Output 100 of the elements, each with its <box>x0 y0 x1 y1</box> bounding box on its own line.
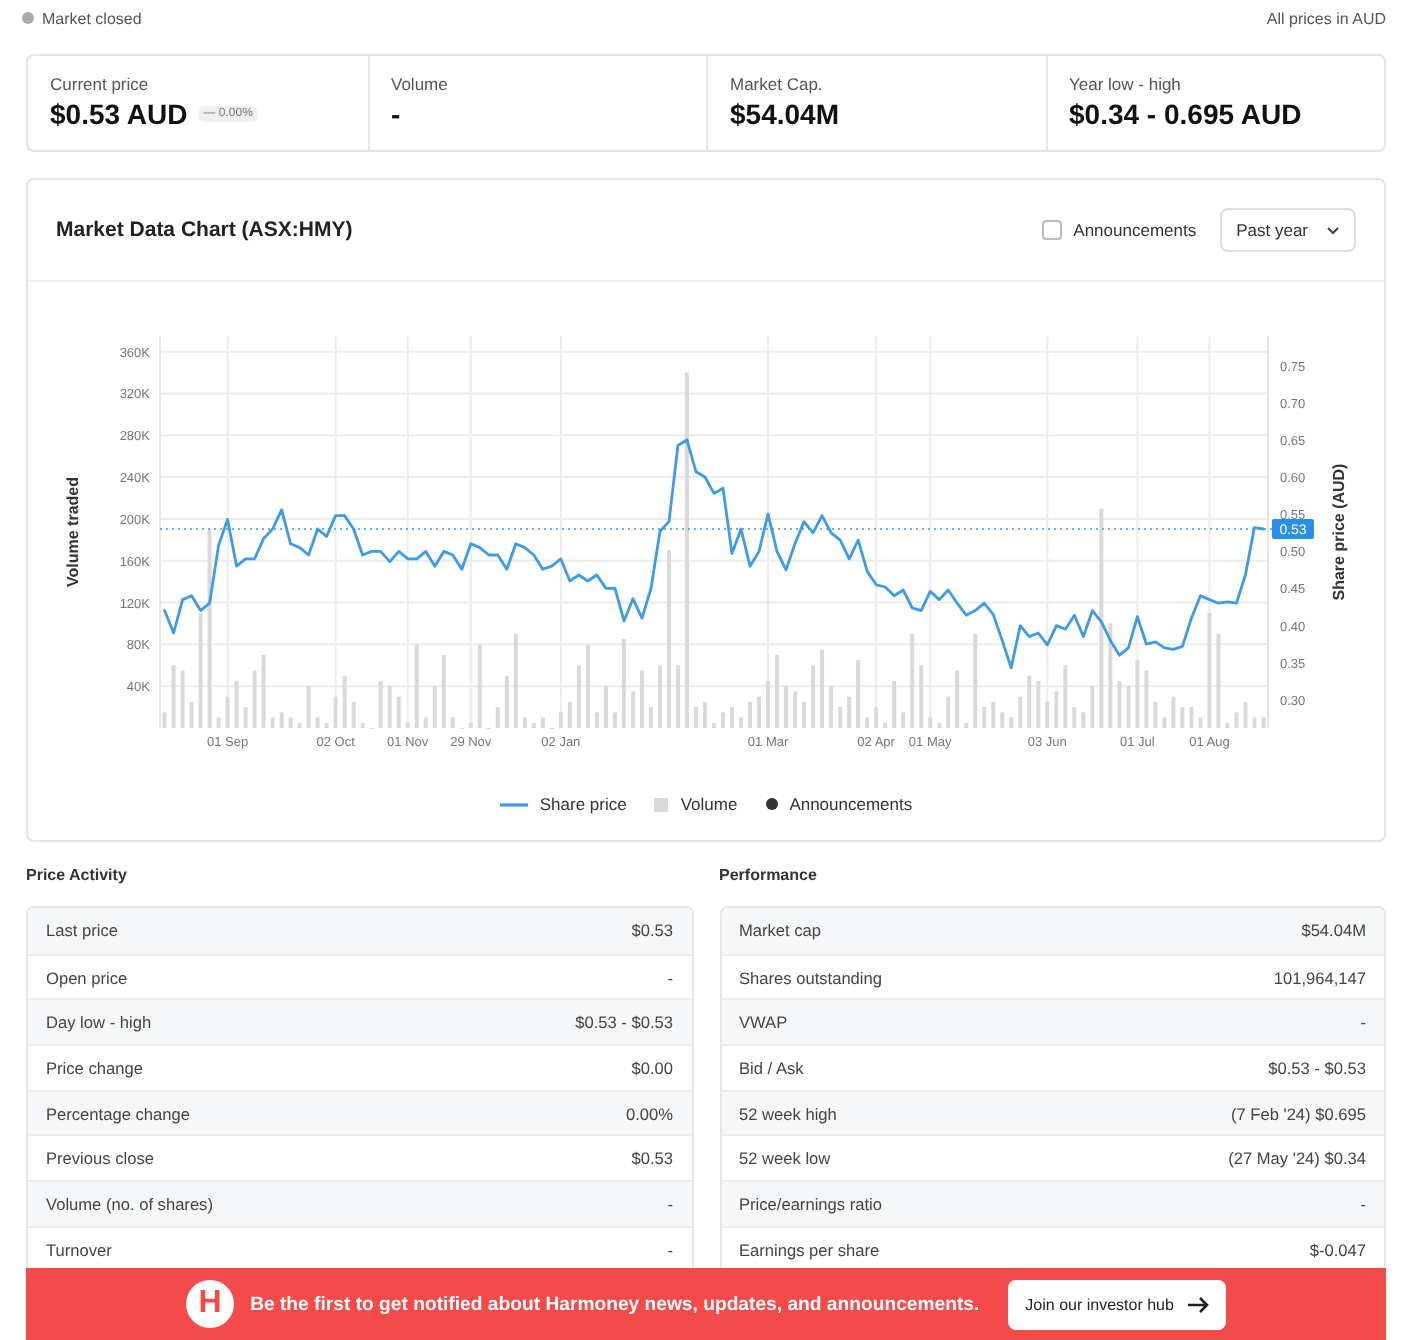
axis-title: Share price (AUD) <box>1330 463 1348 601</box>
row-label: Market cap <box>739 920 822 941</box>
volume-bar <box>630 691 635 728</box>
volume-bar <box>910 633 915 728</box>
market-status: Market closed <box>42 9 142 27</box>
volume-bar <box>603 686 608 728</box>
row-label: Open price <box>46 967 128 988</box>
row-value: $-0.047 <box>1309 1239 1366 1260</box>
volume-bar <box>748 701 753 728</box>
volume-bar <box>495 707 500 728</box>
volume-bar <box>594 712 599 728</box>
row-value: $0.53 <box>631 920 673 941</box>
volume-bar <box>432 686 437 728</box>
row-label: VWAP <box>739 1012 788 1033</box>
row-label: Turnover <box>46 1239 112 1260</box>
row-label: 52 week high <box>739 1103 837 1124</box>
row-value: - <box>1360 1193 1366 1214</box>
row-value: - <box>667 967 673 988</box>
volume-bar <box>180 670 185 728</box>
volume-bar <box>558 712 563 728</box>
volume-bar <box>621 639 626 728</box>
volume-bar <box>982 707 987 728</box>
volume-bar <box>441 654 446 728</box>
row-value: - <box>667 1193 673 1214</box>
volume-bar <box>901 712 906 728</box>
volume-bar <box>270 717 275 728</box>
volume-bar <box>1072 707 1077 728</box>
row-label: Previous close <box>46 1148 154 1169</box>
volume-bar <box>865 717 870 728</box>
row-label: Earnings per share <box>739 1239 880 1260</box>
announcements-checkbox[interactable]: Announcements <box>1041 220 1197 240</box>
volume-bar <box>225 696 230 728</box>
volume-bar <box>468 722 473 728</box>
row-label: Price change <box>46 1057 143 1078</box>
volume-bar <box>450 717 455 728</box>
volume-bar <box>1063 665 1068 728</box>
axis-title: Volume traded <box>64 477 82 587</box>
volume-bar <box>802 701 807 728</box>
volume-bar <box>1216 633 1221 728</box>
banner-message: Be the first to get notified about Harmoney news, updates, and announcements. <box>250 1293 980 1315</box>
volume-bar <box>946 696 951 728</box>
volume-bar <box>964 722 969 728</box>
volume-bar <box>811 665 816 728</box>
arrow-right-icon <box>1187 1295 1210 1313</box>
volume-bar <box>585 644 590 728</box>
row-label: Volume (no. of shares) <box>46 1193 213 1214</box>
volume-bar <box>1054 691 1059 728</box>
volume-bar <box>288 717 293 728</box>
volume-bar <box>874 707 879 728</box>
volume-bar <box>793 691 798 728</box>
volume-bar <box>775 654 780 728</box>
volume-bar <box>1027 675 1032 728</box>
row-label: Day low - high <box>46 1012 152 1033</box>
volume-bar <box>991 701 996 728</box>
stat-label: Market Cap. <box>730 74 825 94</box>
row-value: 101,964,147 <box>1273 967 1366 988</box>
volume-bar <box>766 680 771 728</box>
volume-bar <box>937 722 942 728</box>
square-swatch-icon <box>654 797 669 811</box>
volume-bar <box>883 722 888 728</box>
volume-bar <box>387 686 392 728</box>
volume-bar <box>1207 613 1212 728</box>
stat-value: $0.34 - 0.695 AUD <box>1069 98 1302 130</box>
volume-bar <box>648 707 653 728</box>
range-dropdown[interactable]: Past year <box>1220 208 1356 252</box>
status-dot-icon <box>22 12 34 24</box>
currency-note: All prices in AUD <box>1266 9 1386 27</box>
volume-bar <box>1234 712 1239 728</box>
volume-bar <box>351 701 356 728</box>
investor-hub-button[interactable]: Join our investor hub <box>1007 1279 1226 1329</box>
volume-bar <box>405 722 410 728</box>
volume-bar <box>1189 707 1194 728</box>
volume-bar <box>784 686 789 728</box>
volume-bar <box>1261 717 1266 728</box>
row-value: (7 Feb '24) $0.695 <box>1230 1103 1366 1124</box>
chart-title: Market Data Chart (ASX:HMY) <box>56 218 355 242</box>
volume-bar <box>522 717 527 728</box>
volume-bar <box>162 712 167 728</box>
volume-bar <box>360 722 365 728</box>
volume-bar <box>973 633 978 728</box>
chevron-down-icon <box>1326 225 1340 235</box>
volume-bar <box>1117 680 1122 728</box>
volume-bar <box>1009 717 1014 728</box>
volume-bar <box>567 701 572 728</box>
volume-bar <box>1135 660 1140 728</box>
row-value: $54.04M <box>1301 920 1366 941</box>
row-label: Bid / Ask <box>739 1057 804 1078</box>
volume-bar <box>919 665 924 728</box>
volume-bar <box>1198 717 1203 728</box>
stat-label: Year low - high <box>1069 74 1183 94</box>
volume-bar <box>1171 696 1176 728</box>
volume-bar <box>856 660 861 728</box>
volume-bar <box>1108 623 1113 728</box>
volume-bar <box>477 644 482 728</box>
volume-bar <box>423 717 428 728</box>
volume-bar <box>639 670 644 728</box>
volume-bar <box>1252 717 1257 728</box>
volume-bar <box>829 686 834 728</box>
volume-bar <box>216 717 221 728</box>
volume-bar <box>315 717 320 728</box>
